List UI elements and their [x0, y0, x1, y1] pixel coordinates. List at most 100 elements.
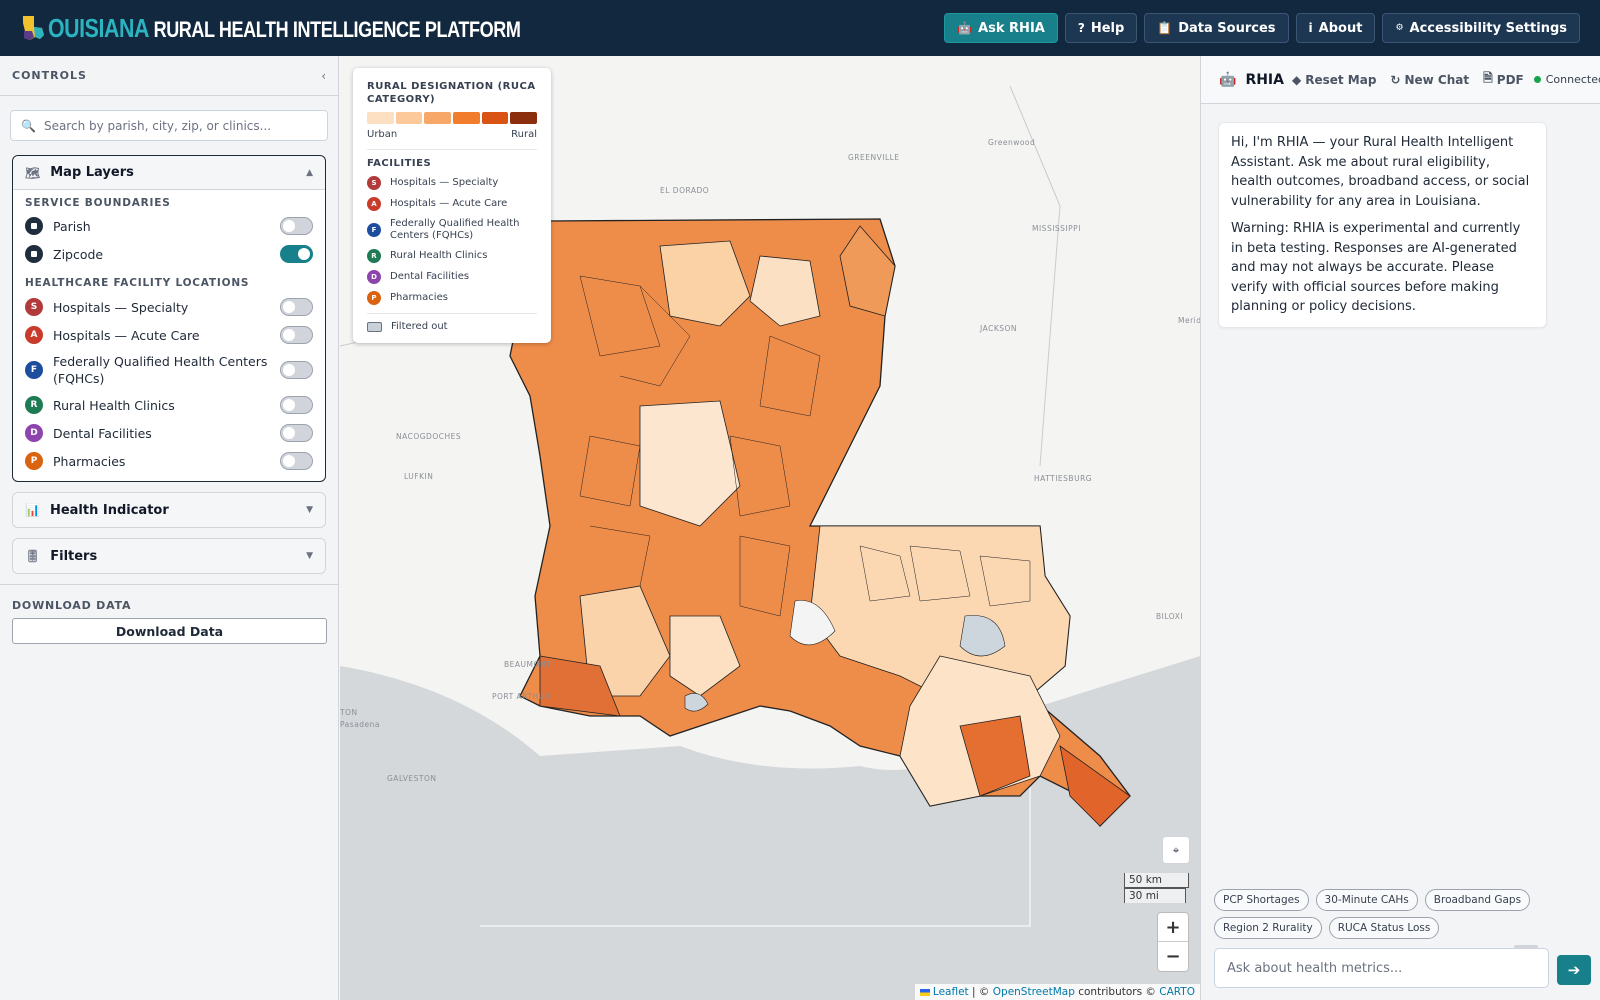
zipcode-toggle[interactable] [280, 245, 313, 263]
map-label-houston: TON [340, 708, 358, 717]
ramp-swatch [395, 112, 423, 124]
collapse-sidebar-icon[interactable]: ‹ [321, 69, 326, 83]
map-view[interactable]: GREENVILLE Greenwood EL DORADO MISSISSIP… [340, 56, 1200, 1000]
map-label-nacogdoches: NACOGDOCHES [396, 432, 462, 441]
reset-map-button[interactable]: ◆ Reset Map [1292, 73, 1376, 87]
ramp-swatch [453, 112, 480, 124]
boundary-icon [25, 245, 43, 263]
map-label-el-dorado: EL DORADO [660, 186, 710, 195]
map-attribution: Leaflet | © OpenStreetMap contributors ©… [914, 984, 1200, 1000]
health-indicator-header[interactable]: 📊 Health Indicator ▼ [13, 493, 325, 527]
welcome-text: Hi, I'm RHIA — your Rural Health Intelli… [1231, 135, 1530, 209]
controls-title: CONTROLS [12, 69, 87, 82]
map-label-greenville: GREENVILLE [848, 153, 900, 162]
parish-toggle[interactable] [280, 217, 313, 235]
legend-item: A Hospitals — Acute Care [367, 197, 537, 211]
ramp-swatch [424, 112, 452, 124]
layer-row-hospitals-specialty: S Hospitals — Specialty [13, 293, 325, 321]
chip-pcp-shortages[interactable]: PCP Shortages [1214, 889, 1309, 911]
legend-item: R Rural Health Clinics [367, 249, 537, 263]
download-data-button[interactable]: Download Data [12, 618, 327, 644]
search-icon: 🔍 [21, 118, 36, 133]
map-label-biloxi: BILOXI [1156, 612, 1184, 621]
dental-toggle[interactable] [280, 424, 313, 442]
accessibility-icon: ⚙ [1395, 23, 1404, 33]
send-button[interactable]: ➔ [1557, 955, 1591, 985]
status-dot-icon [1533, 76, 1541, 83]
accessibility-settings-button[interactable]: ⚙ Accessibility Settings [1382, 13, 1580, 43]
chip-region-2-rurality[interactable]: Region 2 Rurality [1214, 917, 1322, 939]
suggestion-chips: PCP Shortages 30-Minute CAHs Broadband G… [1214, 889, 1594, 939]
diamond-icon: ◆ [1291, 72, 1302, 87]
hospital-specialty-icon: S [367, 176, 381, 190]
robot-icon: 🤖 [1219, 71, 1237, 88]
zoom-control: + − [1157, 912, 1189, 972]
layers-icon: 🗺 [25, 165, 41, 180]
filtered-swatch [367, 322, 382, 332]
data-sources-button[interactable]: 📋 Data Sources [1144, 13, 1289, 43]
pharmacy-icon: P [25, 452, 43, 470]
louisiana-choropleth[interactable] [509, 218, 1131, 828]
chat-panel: 🤖 RHIA ◆ Reset Map ↻ New Chat 🗎 PDF Connect… [1200, 56, 1600, 1000]
map-layers-panel: 🗺 Map Layers ▲ SERVICE BOUNDARIES Parish … [12, 155, 326, 482]
locate-me-button[interactable]: ⌖ [1162, 836, 1190, 864]
chat-input[interactable] [1227, 960, 1527, 976]
pdf-button[interactable]: 🗎 PDF [1483, 69, 1524, 90]
chevron-down-icon: ▼ [306, 505, 313, 515]
hospital-acute-icon: A [367, 197, 381, 211]
hospitals-acute-toggle[interactable] [280, 326, 313, 344]
boundary-icon [25, 217, 43, 235]
filters-panel: 🎚 Filters ▼ [12, 538, 326, 574]
layer-row-rural-clinics: R Rural Health Clinics [13, 391, 325, 419]
pharmacy-icon: P [367, 291, 381, 305]
resize-handle[interactable] [1514, 945, 1538, 949]
chip-ruca-status-loss[interactable]: RUCA Status Loss [1328, 917, 1440, 939]
zoom-out-button[interactable]: − [1158, 942, 1188, 971]
zoom-in-button[interactable]: + [1158, 913, 1188, 942]
search-input[interactable] [43, 118, 304, 133]
about-button[interactable]: i About [1295, 13, 1376, 43]
ramp-swatch [510, 112, 538, 124]
rural-clinic-icon: R [367, 249, 381, 263]
fqhc-toggle[interactable] [280, 361, 313, 379]
legend-item: D Dental Facilities [367, 270, 537, 284]
platform-logo[interactable]: OUISIANA RURAL HEALTH INTELLIGENCE PLATF… [20, 0, 624, 56]
fqhc-icon: F [25, 361, 43, 379]
ramp-urban-label: Urban [367, 129, 398, 140]
chat-title: RHIA [1245, 71, 1284, 88]
pharmacies-toggle[interactable] [280, 452, 313, 470]
search-box: 🔍 [10, 110, 328, 141]
bar-chart-icon: 📊 [25, 503, 40, 517]
legend-item: P Pharmacies [367, 291, 537, 305]
logo-state: OUISIANA [48, 12, 149, 43]
rural-clinics-toggle[interactable] [280, 396, 313, 414]
chevron-down-icon: ▼ [306, 551, 313, 561]
layer-row-dental: D Dental Facilities [13, 419, 325, 447]
ramp-rural-label: Rural [511, 129, 537, 140]
leaflet-link[interactable]: Leaflet [933, 986, 969, 998]
chip-30-minute-cahs[interactable]: 30-Minute CAHs [1315, 889, 1418, 911]
warning-text: Warning: RHIA is experimental and curren… [1231, 221, 1521, 314]
legend-title: RURAL DESIGNATION (RUCA CATEGORY) [367, 81, 536, 105]
hospital-specialty-icon: S [25, 298, 43, 316]
filters-header[interactable]: 🎚 Filters ▼ [13, 539, 325, 573]
layer-row-zipcode: Zipcode [13, 240, 325, 268]
connection-status: Connected [1533, 73, 1600, 86]
help-button[interactable]: ? Help [1064, 13, 1138, 43]
ask-rhia-button[interactable]: 🤖 Ask RHIA [944, 13, 1058, 43]
map-label-hattiesburg: HATTIESBURG [1034, 474, 1093, 483]
carto-link[interactable]: CARTO [1159, 986, 1195, 998]
layer-row-fqhc: F Federally Qualified Health Centers (FQ… [13, 349, 325, 391]
osm-link[interactable]: OpenStreetMap [993, 986, 1075, 998]
facility-locations-title: HEALTHCARE FACILITY LOCATIONS [25, 277, 250, 289]
app-header: OUISIANA RURAL HEALTH INTELLIGENCE PLATF… [0, 0, 1600, 56]
dental-icon: D [25, 424, 43, 442]
chip-broadband-gaps[interactable]: Broadband Gaps [1424, 889, 1531, 911]
clipboard-icon: 📋 [1157, 21, 1173, 35]
map-layers-header[interactable]: 🗺 Map Layers ▲ [13, 156, 325, 190]
map-label-meridian: Meridi [1178, 316, 1200, 325]
hospitals-specialty-toggle[interactable] [280, 298, 313, 316]
hospital-acute-icon: A [25, 326, 43, 344]
new-chat-button[interactable]: ↻ New Chat [1390, 73, 1469, 87]
robot-icon: 🤖 [957, 21, 973, 35]
